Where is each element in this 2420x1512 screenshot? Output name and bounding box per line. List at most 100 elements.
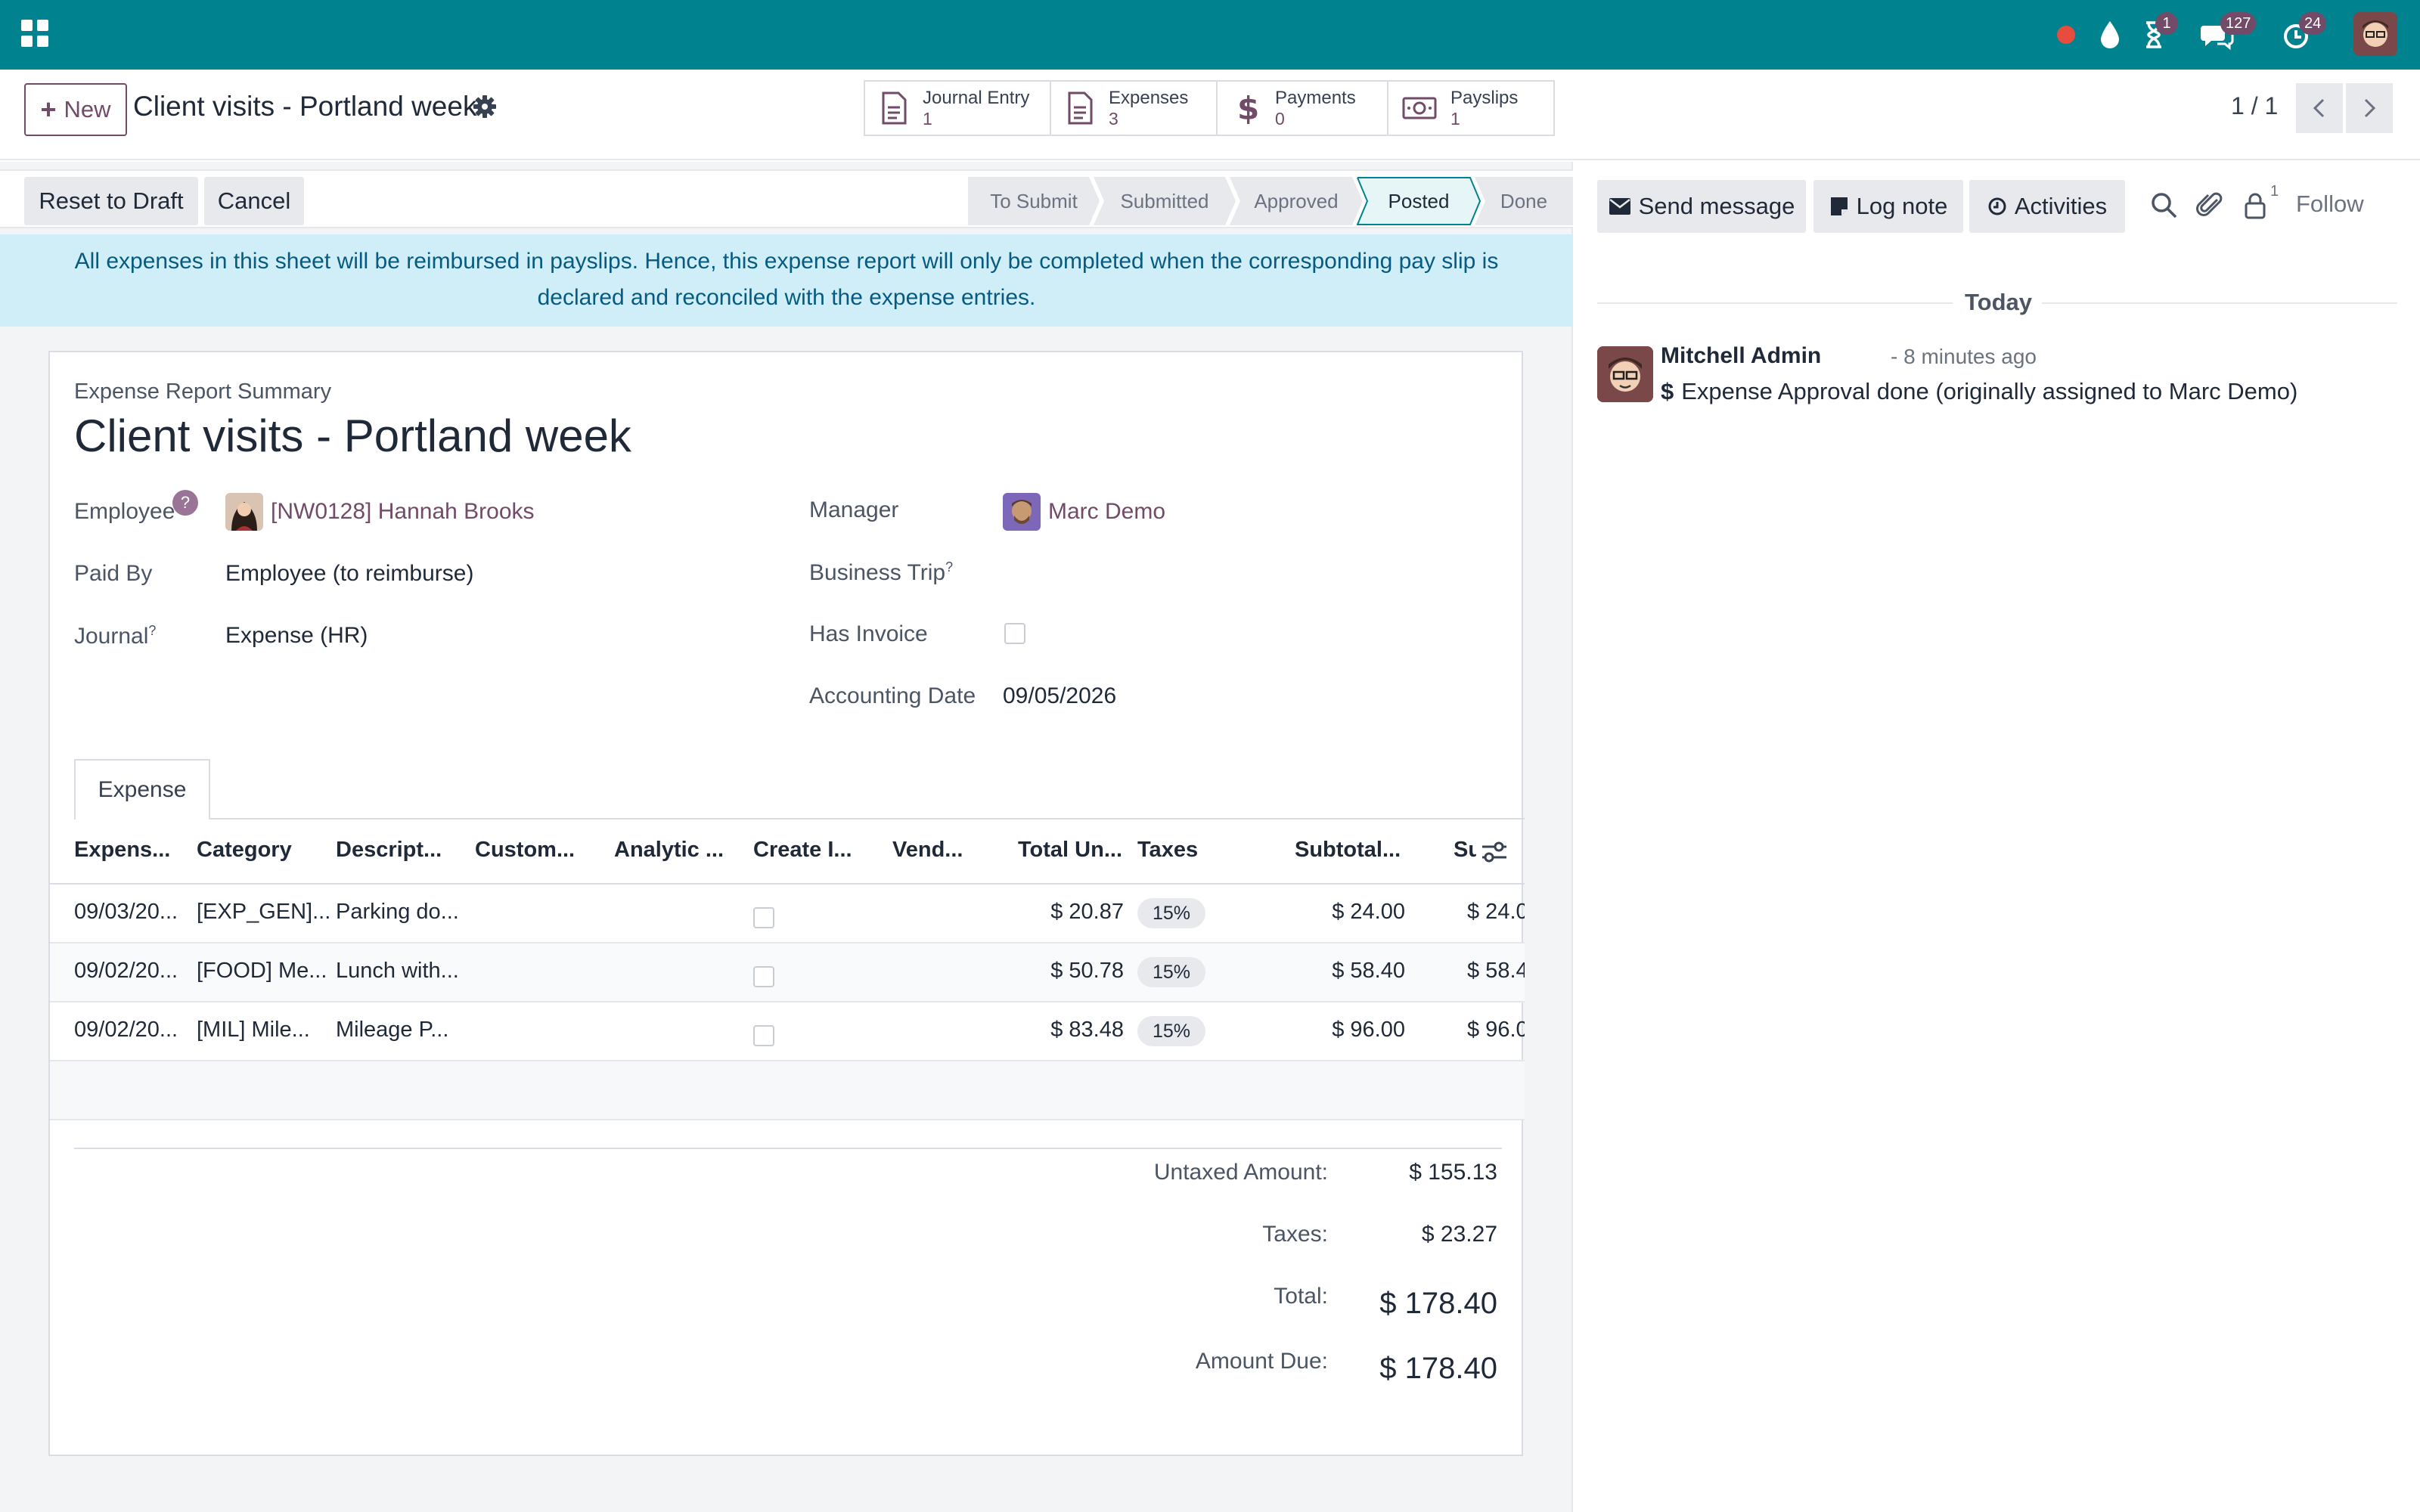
column-header-subtotal[interactable]: Subtotal... — [1295, 838, 1401, 863]
activities-button[interactable]: 1 — [2139, 12, 2178, 51]
smart-button-count: 3 — [1109, 108, 1118, 129]
journal-field[interactable]: Expense (HR) — [225, 623, 368, 649]
pager-value[interactable]: 1 / 1 — [2231, 92, 2278, 120]
document-icon — [882, 91, 907, 125]
search-icon[interactable] — [2149, 191, 2180, 221]
smart-button-label: Expenses — [1109, 87, 1189, 108]
tax-tag: 15% — [1137, 898, 1205, 928]
log-note-button[interactable]: Log note — [1813, 180, 1963, 233]
envelope-icon — [1609, 198, 1630, 215]
column-header-total-unit[interactable]: Total Un... — [1018, 838, 1122, 863]
message-author-avatar[interactable] — [1597, 346, 1653, 402]
column-header-vendor[interactable]: Vend... — [892, 838, 963, 863]
activities-badge: 1 — [2155, 12, 2178, 35]
business-trip-label-text: Business Trip — [809, 560, 946, 585]
totals-divider — [74, 1148, 1502, 1149]
chevron-left-icon — [2313, 98, 2325, 118]
manager-field[interactable]: Marc Demo — [1048, 499, 1165, 525]
journal-label: Journal? — [74, 623, 156, 649]
top-navbar: 1 127 24 — [0, 0, 2420, 70]
updates-button[interactable]: 24 — [2281, 12, 2327, 51]
stage-submitted[interactable]: Submitted — [1094, 177, 1236, 225]
smart-button-count: 1 — [923, 108, 932, 129]
send-message-label: Send message — [1638, 193, 1795, 219]
stage-pipeline: To Submit Submitted Approved Posted Done — [968, 177, 1573, 225]
expense-table-header: Expens... Category Descript... Custom...… — [50, 820, 1525, 885]
pager-next-button[interactable] — [2346, 83, 2393, 133]
cancel-button[interactable]: Cancel — [204, 177, 304, 225]
reset-to-draft-button[interactable]: Reset to Draft — [24, 177, 198, 225]
lock-icon[interactable] — [2242, 191, 2272, 221]
send-message-button[interactable]: Send message — [1597, 180, 1806, 233]
taxes-value: $ 23.27 — [1421, 1222, 1497, 1247]
column-header-customer[interactable]: Custom... — [475, 838, 575, 863]
apps-menu-icon[interactable] — [21, 20, 48, 47]
smart-button-journal-entry[interactable]: Journal Entry 1 — [865, 82, 1051, 135]
journal-help-mark[interactable]: ? — [148, 623, 156, 638]
paid-by-field[interactable]: Employee (to reimburse) — [225, 561, 473, 587]
column-header-subtotal-2[interactable]: Su — [1454, 838, 1476, 863]
messages-button[interactable]: 127 — [2201, 12, 2257, 51]
create-invoice-checkbox[interactable] — [753, 907, 774, 928]
create-invoice-checkbox[interactable] — [753, 966, 774, 987]
business-trip-help-mark[interactable]: ? — [945, 559, 953, 575]
employee-help-icon[interactable]: ? — [172, 490, 198, 516]
smart-button-payslips[interactable]: Payslips 1 — [1388, 82, 1553, 135]
table-row[interactable]: 09/02/20... [MIL] Mile... Mileage P... $… — [50, 1002, 1525, 1061]
user-avatar[interactable] — [2353, 12, 2397, 56]
accounting-date-field[interactable]: 09/05/2026 — [1003, 683, 1116, 709]
column-header-analytic[interactable]: Analytic ... — [614, 838, 724, 863]
dollar-icon: $ — [1661, 378, 1674, 404]
manager-avatar — [1003, 493, 1041, 531]
manager-avatar-icon — [1003, 493, 1041, 531]
optional-columns-icon[interactable] — [1481, 839, 1508, 865]
sheet-subtitle: Expense Report Summary — [74, 380, 332, 404]
smart-button-label: Payments — [1275, 87, 1356, 108]
cell-total-unit: $ 50.78 — [1050, 959, 1124, 983]
message-author[interactable]: Mitchell Admin — [1661, 343, 1821, 369]
message-time: - 8 minutes ago — [1891, 345, 2037, 368]
messages-badge: 127 — [2220, 12, 2257, 35]
smart-button-expenses[interactable]: Expenses 3 — [1051, 82, 1218, 135]
table-row[interactable]: 09/02/20... [FOOD] Me... Lunch with... $… — [50, 943, 1525, 1002]
cell-total-unit: $ 83.48 — [1050, 1018, 1124, 1042]
pager-previous-button[interactable] — [2296, 83, 2343, 133]
create-invoice-checkbox[interactable] — [753, 1025, 774, 1046]
recording-status-icon[interactable] — [2052, 21, 2080, 48]
date-divider-left — [1597, 302, 1953, 304]
tab-expense[interactable]: Expense — [74, 759, 210, 820]
cell-date: 09/02/20... — [74, 1018, 178, 1042]
business-trip-field[interactable] — [1003, 559, 1305, 590]
drop-icon[interactable] — [2095, 18, 2125, 51]
column-header-description[interactable]: Descript... — [336, 838, 442, 863]
column-header-create-invoice[interactable]: Create I... — [753, 838, 852, 863]
stage-to-submit[interactable]: To Submit — [968, 177, 1100, 225]
paperclip-icon[interactable] — [2196, 191, 2226, 221]
chevron-right-icon — [2364, 98, 2376, 118]
employee-field[interactable]: [NW0128] Hannah Brooks — [271, 499, 535, 525]
gear-icon[interactable] — [472, 94, 498, 119]
stage-approved[interactable]: Approved — [1230, 177, 1363, 225]
follow-button[interactable]: Follow — [2296, 191, 2364, 218]
cell-subtotal-2: $ 96.0 — [1467, 1018, 1525, 1042]
column-header-taxes[interactable]: Taxes — [1137, 838, 1198, 863]
column-header-category[interactable]: Category — [197, 838, 292, 863]
stage-done[interactable]: Done — [1475, 177, 1573, 225]
sheet-title[interactable]: Client visits - Portland week — [74, 410, 631, 462]
has-invoice-checkbox[interactable] — [1004, 623, 1025, 644]
stage-posted[interactable]: Posted — [1357, 177, 1481, 225]
business-trip-label: Business Trip? — [809, 559, 953, 586]
chatter-panel: Send message Log note Activities 1 Follo… — [1575, 162, 2420, 1512]
new-button[interactable]: + New — [24, 83, 127, 136]
activities-button[interactable]: Activities — [1969, 180, 2125, 233]
alert-line-2: declared and reconciled with the expense… — [537, 285, 1036, 310]
followers-count: 1 — [2270, 183, 2279, 200]
untaxed-amount-value: $ 155.13 — [1409, 1160, 1497, 1185]
smart-button-payments[interactable]: $ Payments 0 — [1218, 82, 1388, 135]
cell-subtotal: $ 96.00 — [1332, 1018, 1405, 1042]
user-avatar-icon — [2353, 12, 2397, 56]
employee-avatar — [225, 493, 263, 531]
column-header-expense-date[interactable]: Expens... — [74, 838, 170, 863]
message-text: Expense Approval done (originally assign… — [1681, 378, 2298, 404]
table-row[interactable]: 09/03/20... [EXP_GEN]... Parking do... $… — [50, 885, 1525, 943]
